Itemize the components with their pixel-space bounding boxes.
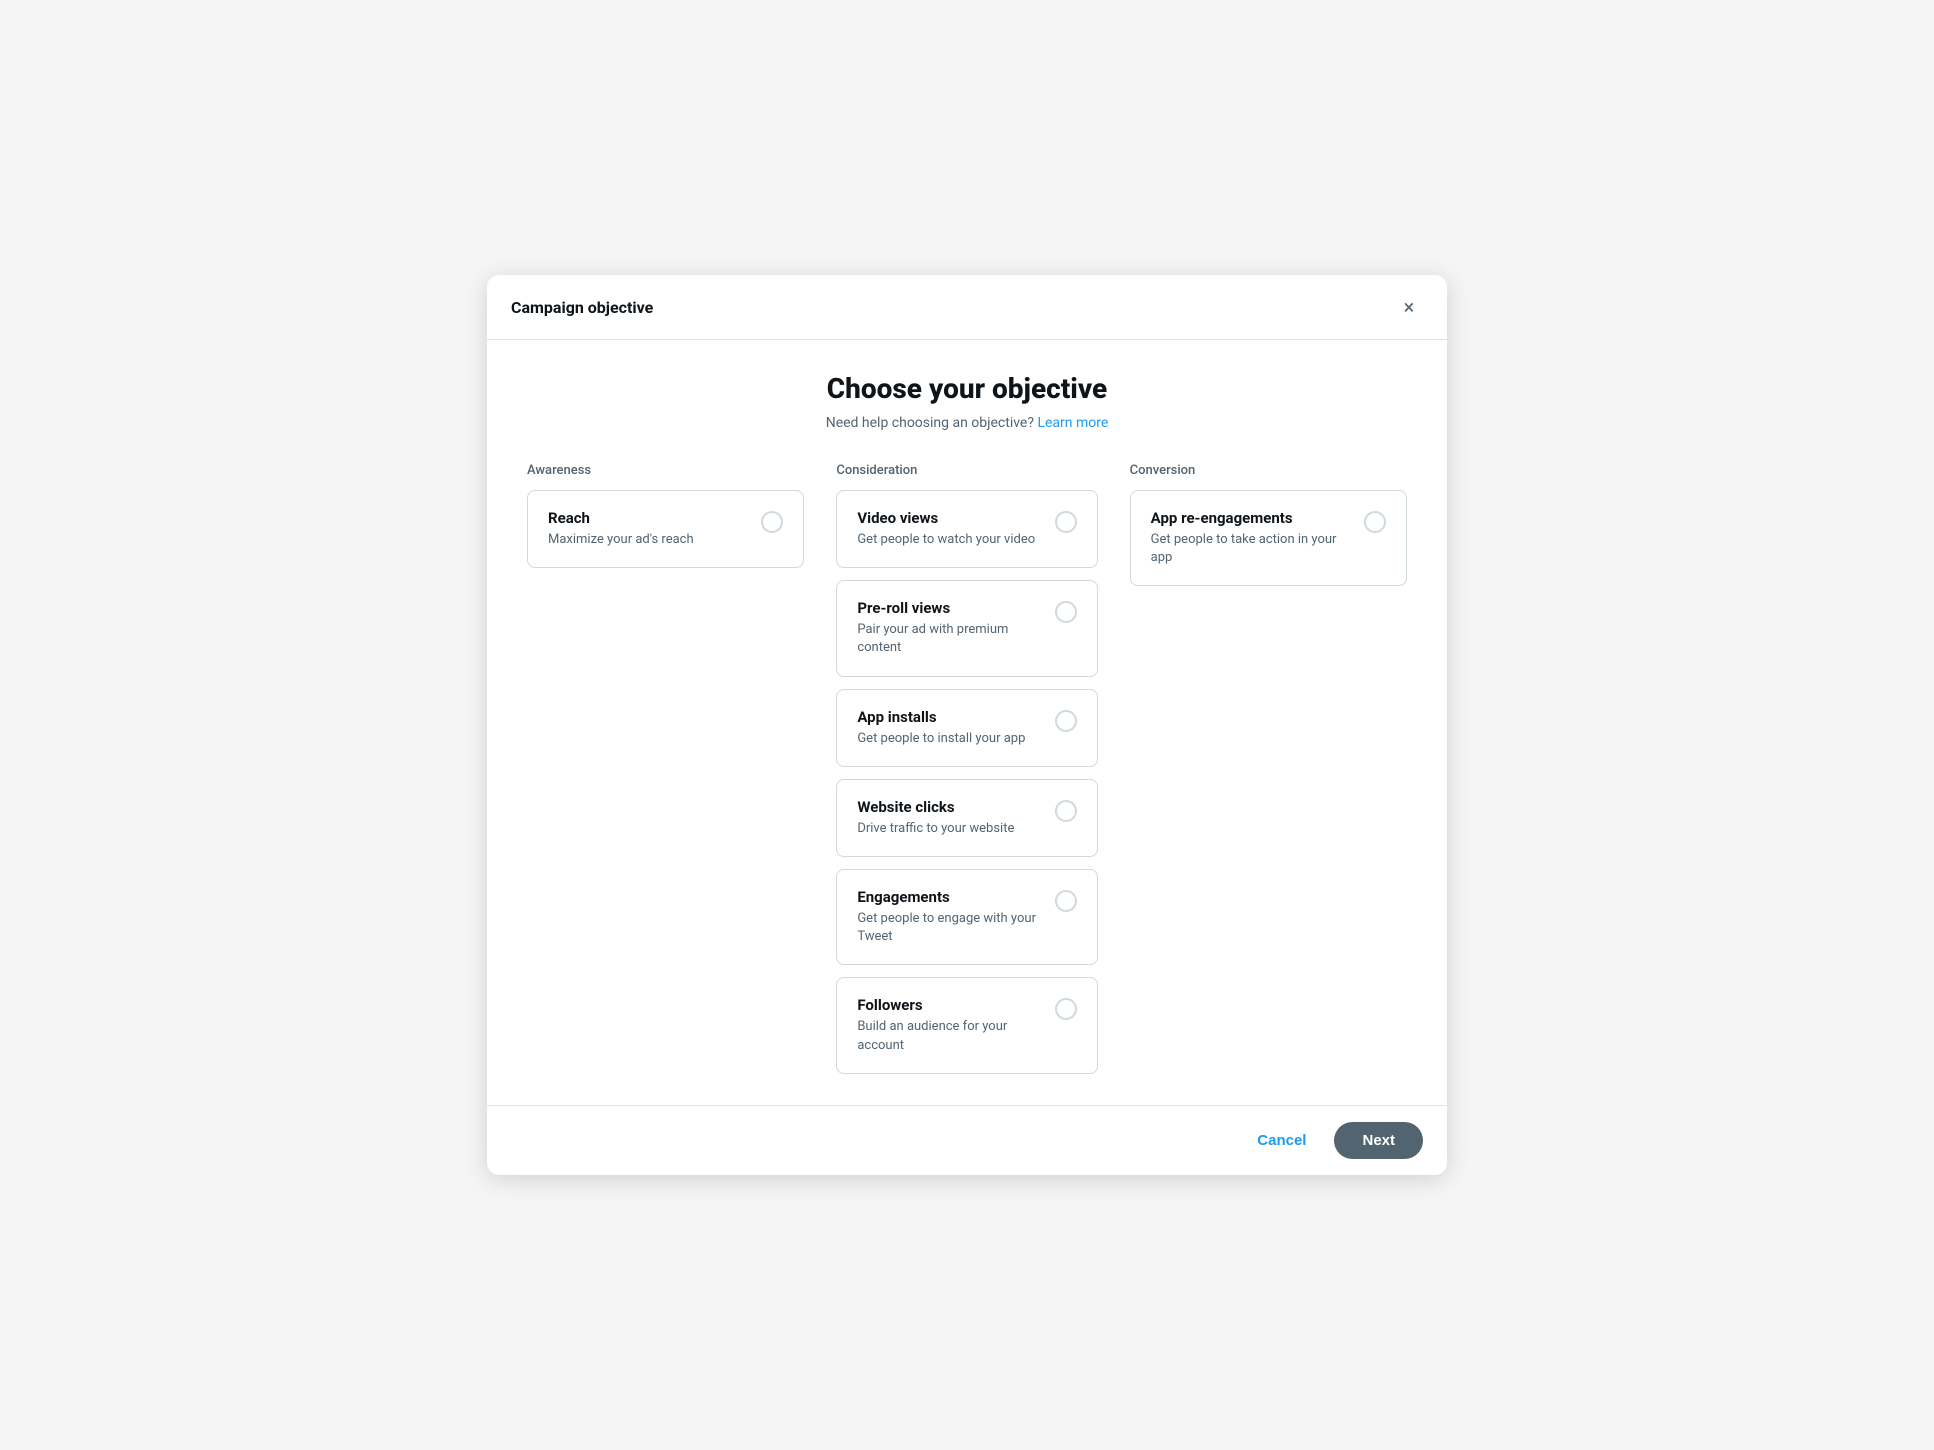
- reach-radio[interactable]: [761, 511, 783, 533]
- engagements-desc: Get people to engage with your Tweet: [857, 910, 1042, 946]
- website-clicks-title: Website clicks: [857, 798, 1042, 816]
- help-text: Need help choosing an objective? Learn m…: [527, 415, 1407, 431]
- website-clicks-card[interactable]: Website clicks Drive traffic to your web…: [836, 779, 1097, 857]
- next-button[interactable]: Next: [1334, 1122, 1423, 1159]
- engagements-title: Engagements: [857, 888, 1042, 906]
- app-installs-radio[interactable]: [1055, 710, 1077, 732]
- pre-roll-views-card[interactable]: Pre-roll views Pair your ad with premium…: [836, 580, 1097, 676]
- conversion-column: Conversion App re-engagements Get people…: [1114, 463, 1407, 598]
- video-views-desc: Get people to watch your video: [857, 531, 1042, 549]
- cancel-button[interactable]: Cancel: [1241, 1122, 1322, 1159]
- website-clicks-radio[interactable]: [1055, 800, 1077, 822]
- modal-header: Campaign objective ×: [487, 275, 1447, 340]
- app-installs-title: App installs: [857, 708, 1042, 726]
- page-title: Choose your objective: [527, 372, 1407, 405]
- app-reengagements-radio[interactable]: [1364, 511, 1386, 533]
- engagements-radio[interactable]: [1055, 890, 1077, 912]
- page-heading: Choose your objective Need help choosing…: [527, 372, 1407, 431]
- reach-title: Reach: [548, 509, 749, 527]
- followers-desc: Build an audience for your account: [857, 1018, 1042, 1054]
- engagements-card[interactable]: Engagements Get people to engage with yo…: [836, 869, 1097, 965]
- modal-body: Choose your objective Need help choosing…: [487, 340, 1447, 1105]
- app-reengagements-desc: Get people to take action in your app: [1151, 531, 1352, 567]
- close-icon[interactable]: ×: [1395, 293, 1423, 321]
- objectives-grid: Awareness Reach Maximize your ad's reach…: [527, 463, 1407, 1086]
- reach-desc: Maximize your ad's reach: [548, 531, 749, 549]
- modal-footer: Cancel Next: [487, 1105, 1447, 1175]
- conversion-label: Conversion: [1130, 463, 1407, 478]
- video-views-title: Video views: [857, 509, 1042, 527]
- followers-radio[interactable]: [1055, 998, 1077, 1020]
- campaign-objective-modal: Campaign objective × Choose your objecti…: [487, 275, 1447, 1175]
- website-clicks-desc: Drive traffic to your website: [857, 820, 1042, 838]
- app-installs-card[interactable]: App installs Get people to install your …: [836, 689, 1097, 767]
- awareness-label: Awareness: [527, 463, 804, 478]
- learn-more-link[interactable]: Learn more: [1037, 415, 1108, 431]
- pre-roll-views-desc: Pair your ad with premium content: [857, 621, 1042, 657]
- app-installs-desc: Get people to install your app: [857, 730, 1042, 748]
- app-reengagements-card[interactable]: App re-engagements Get people to take ac…: [1130, 490, 1407, 586]
- app-reengagements-title: App re-engagements: [1151, 509, 1352, 527]
- modal-title: Campaign objective: [511, 298, 653, 317]
- pre-roll-views-title: Pre-roll views: [857, 599, 1042, 617]
- followers-card[interactable]: Followers Build an audience for your acc…: [836, 977, 1097, 1073]
- video-views-card[interactable]: Video views Get people to watch your vid…: [836, 490, 1097, 568]
- consideration-label: Consideration: [836, 463, 1097, 478]
- consideration-column: Consideration Video views Get people to …: [820, 463, 1113, 1086]
- followers-title: Followers: [857, 996, 1042, 1014]
- pre-roll-views-radio[interactable]: [1055, 601, 1077, 623]
- awareness-column: Awareness Reach Maximize your ad's reach: [527, 463, 820, 580]
- video-views-radio[interactable]: [1055, 511, 1077, 533]
- reach-card[interactable]: Reach Maximize your ad's reach: [527, 490, 804, 568]
